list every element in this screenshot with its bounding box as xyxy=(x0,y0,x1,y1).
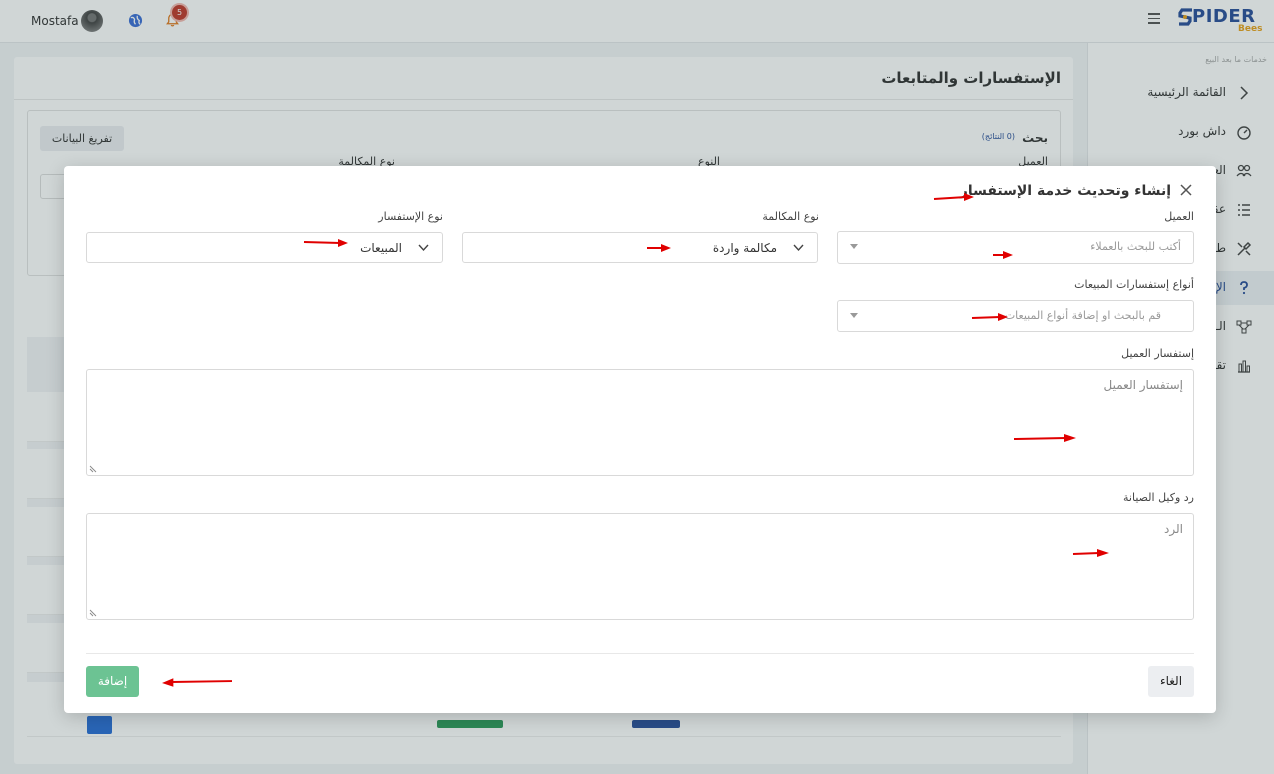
chevron-down-icon xyxy=(793,244,804,252)
resize-grip-icon[interactable] xyxy=(89,465,97,473)
annotation-arrow-icon xyxy=(647,244,671,252)
add-button[interactable]: إضافة xyxy=(86,666,139,697)
resize-grip-icon[interactable] xyxy=(89,609,97,617)
annotation-arrow-icon xyxy=(971,313,1008,321)
annotation-arrow-icon xyxy=(303,239,348,247)
annotation-arrow-icon xyxy=(1013,434,1076,442)
call-type-value: مكالمة واردة xyxy=(712,241,777,255)
cancel-button[interactable]: الغاء xyxy=(1148,666,1194,697)
annotation-arrow-icon xyxy=(933,193,974,201)
call-type-label: نوع المكالمة xyxy=(762,210,819,223)
agent-reply-placeholder: الرد xyxy=(1164,522,1183,536)
modal-footer-divider xyxy=(86,653,1194,654)
inquiry-type-label: نوع الإستفسار xyxy=(378,210,443,223)
agent-reply-label: رد وكيل الصيانة xyxy=(1123,491,1194,504)
customer-label: العميل xyxy=(1164,210,1194,223)
call-type-select[interactable]: مكالمة واردة xyxy=(462,232,818,263)
close-icon[interactable] xyxy=(1179,183,1193,197)
sales-types-label: أنواع إستفسارات المبيعات xyxy=(1074,278,1194,291)
customer-inquiry-placeholder: إستفسار العميل xyxy=(1103,378,1183,392)
agent-reply-textarea[interactable]: الرد xyxy=(86,513,1194,620)
annotation-arrow-icon xyxy=(1072,549,1109,557)
inquiry-type-select[interactable]: المبيعات xyxy=(86,232,443,263)
annotation-arrow-icon xyxy=(993,251,1013,259)
customer-placeholder: أكتب للبحث بالعملاء xyxy=(1090,240,1181,253)
annotation-arrow-icon xyxy=(162,678,233,687)
caret-down-icon xyxy=(850,244,858,249)
chevron-down-icon xyxy=(418,244,429,252)
customer-inquiry-label: إستفسار العميل xyxy=(1121,347,1194,360)
customer-inquiry-textarea[interactable]: إستفسار العميل xyxy=(86,369,1194,476)
caret-down-icon xyxy=(850,313,858,318)
